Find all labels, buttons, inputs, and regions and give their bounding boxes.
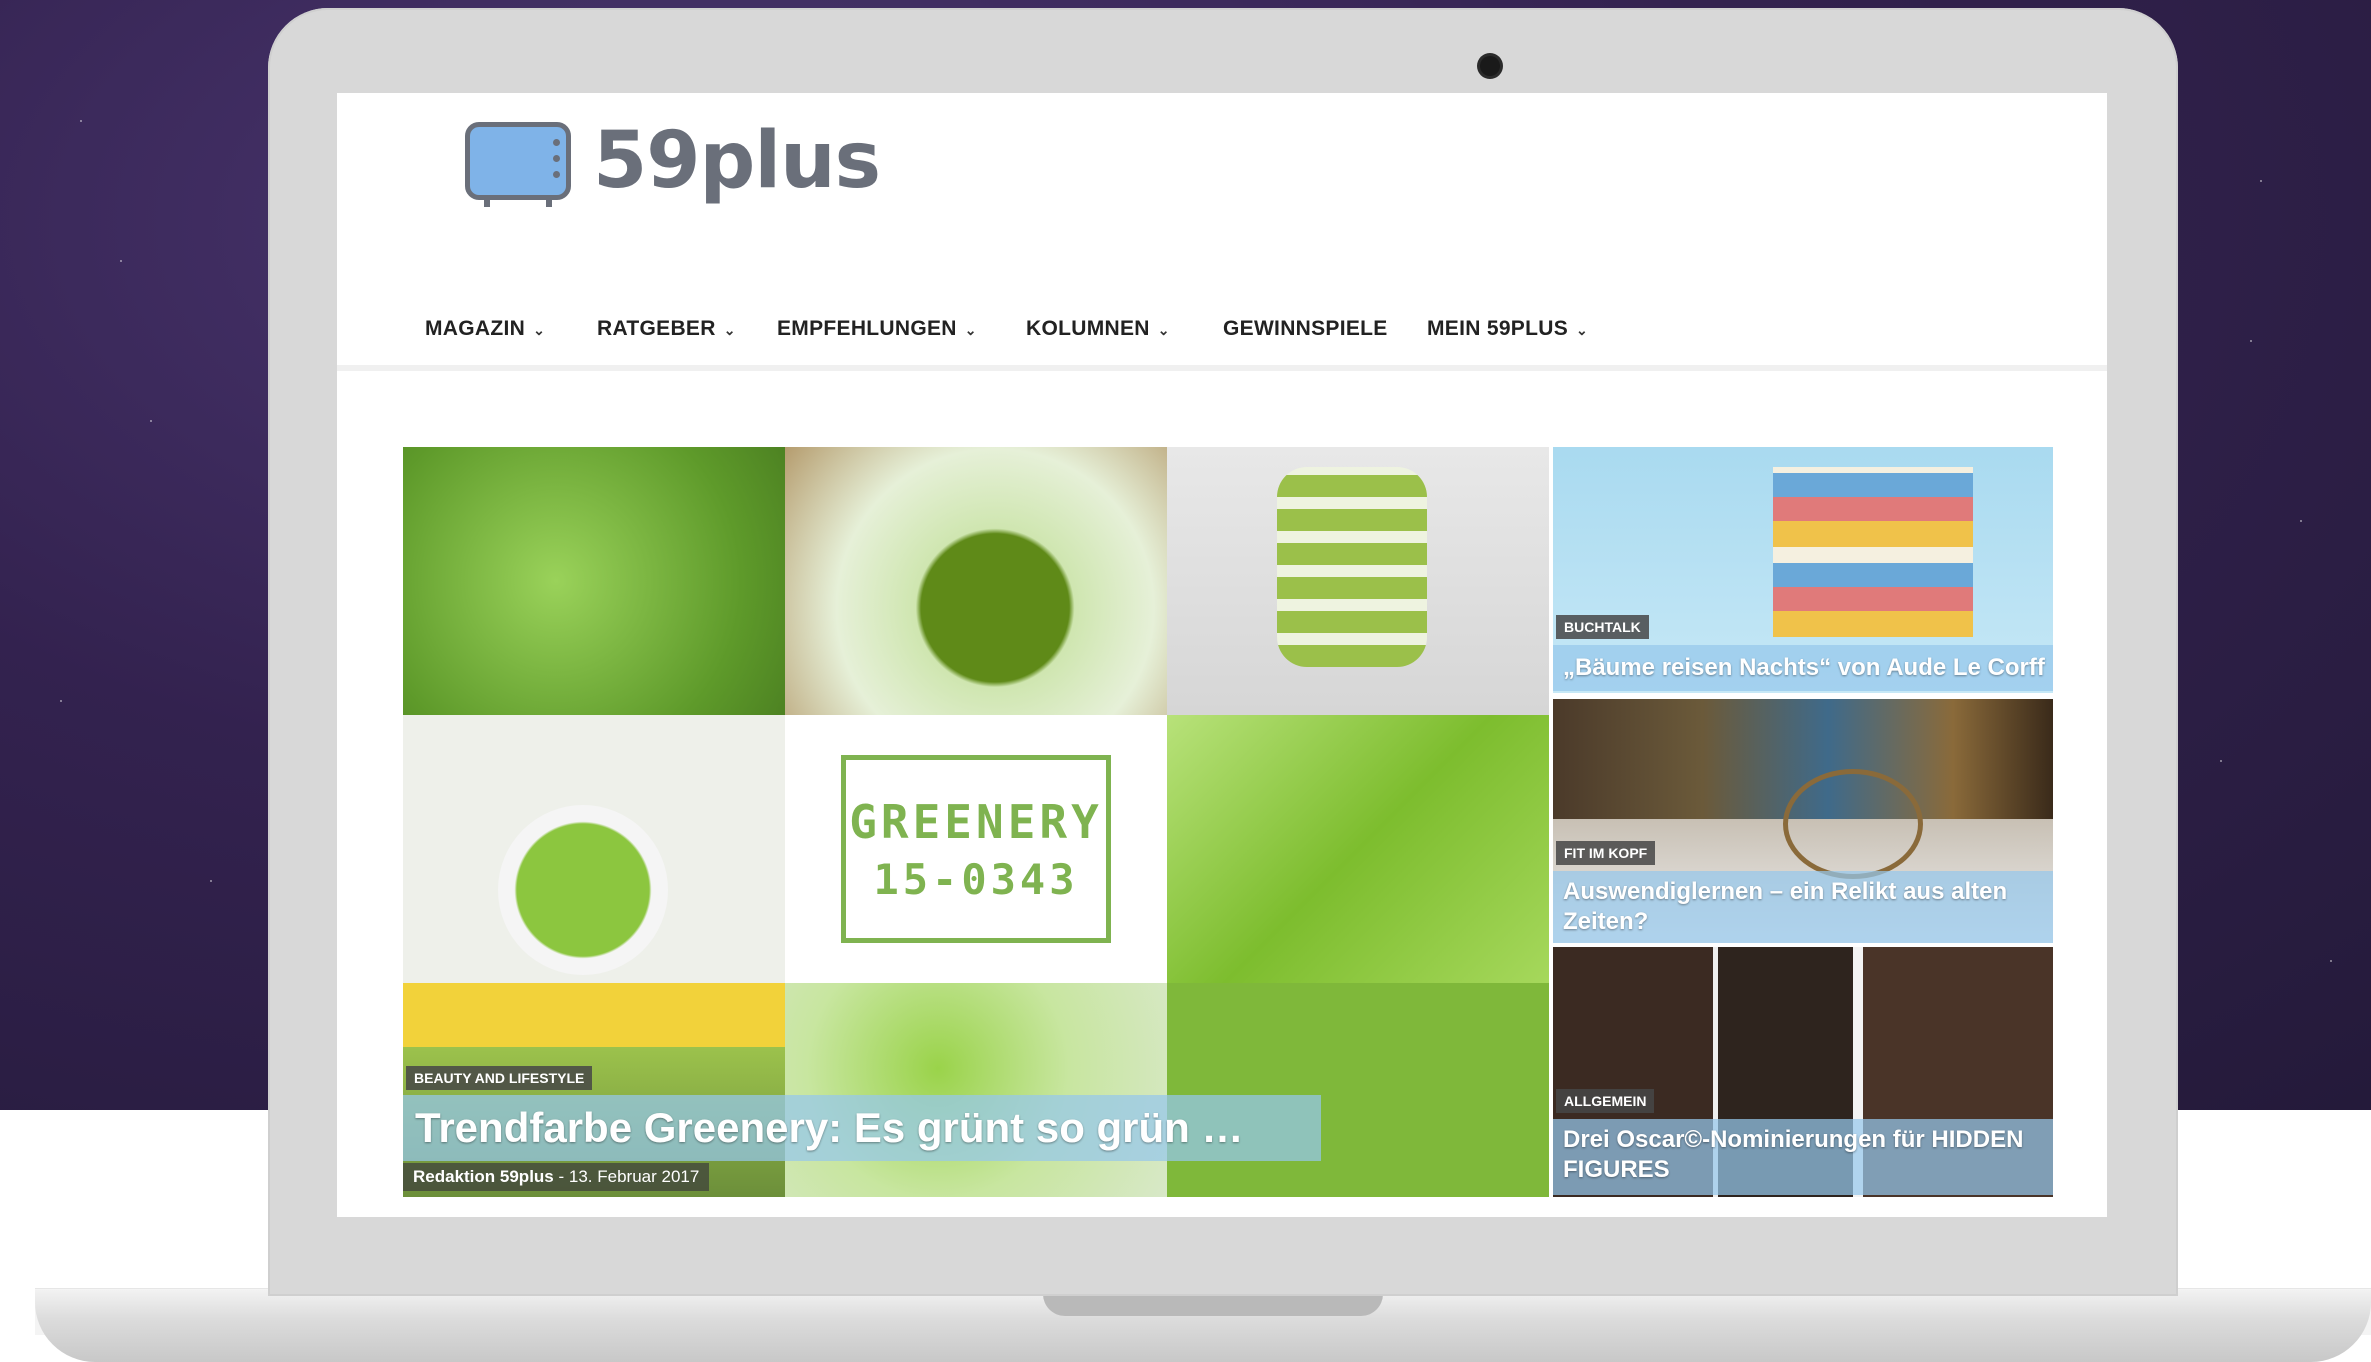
nav-label: EMPFEHLUNGEN: [777, 317, 957, 340]
cake-image: [785, 983, 1167, 1197]
side-post-hidden-figures[interactable]: ALLGEMEIN Drei Oscar©-Nominierungen für …: [1553, 947, 2053, 1197]
palm-image: [1167, 715, 1549, 983]
featured-post[interactable]: GREENERY 15-0343 BEAUTY AND LIFESTYLE Tr…: [403, 447, 1549, 1197]
nav-item-empfehlungen[interactable]: EMPFEHLUNGEN ⌄: [777, 317, 977, 341]
nav-label: KOLUMNEN: [1026, 317, 1150, 340]
side-post-glasses[interactable]: FIT IM KOPF Auswendiglernen – ein Relikt…: [1553, 699, 2053, 943]
featured-grid: GREENERY 15-0343 BEAUTY AND LIFESTYLE Tr…: [403, 447, 2053, 1197]
nav-item-ratgeber[interactable]: RATGEBER ⌄: [597, 317, 736, 341]
featured-title[interactable]: Trendfarbe Greenery: Es grünt so grün …: [403, 1095, 1321, 1161]
nav-label: RATGEBER: [597, 317, 716, 340]
nav-label: GEWINNSPIELE: [1223, 317, 1388, 340]
chevron-down-icon: ⌄: [964, 322, 977, 338]
pillows-image: [1167, 447, 1549, 715]
nav-item-kolumnen[interactable]: KOLUMNEN ⌄: [1026, 317, 1170, 341]
side-post-title[interactable]: „Bäume reisen Nachts“ von Aude Le Corff: [1553, 645, 2053, 691]
chevron-down-icon: ⌄: [1576, 322, 1589, 338]
nav-label: MEIN 59PLUS: [1427, 317, 1568, 340]
post-date: - 13. Februar 2017: [558, 1167, 700, 1186]
camera-icon: [1480, 56, 1500, 76]
greenery-swatch: GREENERY 15-0343: [785, 715, 1167, 983]
nav-item-mein-59plus[interactable]: MEIN 59PLUS ⌄: [1427, 317, 1588, 341]
swatch-title: GREENERY: [849, 794, 1103, 849]
tv-icon: [465, 122, 571, 207]
nav-item-gewinnspiele[interactable]: GEWINNSPIELE: [1223, 317, 1388, 341]
leaf-image: [403, 447, 785, 715]
side-post-books[interactable]: BUCHTALK „Bäume reisen Nachts“ von Aude …: [1553, 447, 2053, 693]
category-badge[interactable]: BEAUTY AND LIFESTYLE: [406, 1066, 593, 1090]
post-meta: Redaktion 59plus - 13. Februar 2017: [403, 1163, 710, 1191]
soup-image: [403, 715, 785, 983]
browser-screen: 59plus MAGAZIN ⌄ RATGEBER ⌄ EMPFEHLUNGEN ⌄ …: [337, 93, 2107, 1217]
side-post-title[interactable]: Auswendiglernen – ein Relikt aus alten Z…: [1553, 871, 2053, 943]
nav-label: MAGAZIN: [425, 317, 526, 340]
matcha-image: [1167, 983, 1549, 1197]
swatch-code: 15-0343: [873, 854, 1079, 904]
featured-title-text: Trendfarbe Greenery: Es grünt so grün …: [415, 1104, 1244, 1151]
chevron-down-icon: ⌄: [533, 322, 546, 338]
chevron-down-icon: ⌄: [723, 322, 736, 338]
site-logo[interactable]: 59plus: [465, 113, 881, 209]
chevron-down-icon: ⌄: [1157, 322, 1170, 338]
category-badge[interactable]: ALLGEMEIN: [1556, 1089, 1655, 1113]
category-badge[interactable]: FIT IM KOPF: [1556, 841, 1656, 865]
nav-item-magazin[interactable]: MAGAZIN ⌄: [425, 317, 545, 341]
logo-text: 59plus: [593, 116, 881, 206]
main-nav: MAGAZIN ⌄ RATGEBER ⌄ EMPFEHLUNGEN ⌄ KOLUMNE…: [337, 309, 2107, 371]
greenery-label: GREENERY 15-0343: [841, 755, 1111, 943]
side-post-title[interactable]: Drei Oscar©-Nominierungen für HIDDEN FIG…: [1553, 1119, 2053, 1195]
author-name[interactable]: Redaktion 59plus: [413, 1167, 554, 1186]
category-badge[interactable]: BUCHTALK: [1556, 615, 1649, 639]
teapot-image: [785, 447, 1167, 715]
